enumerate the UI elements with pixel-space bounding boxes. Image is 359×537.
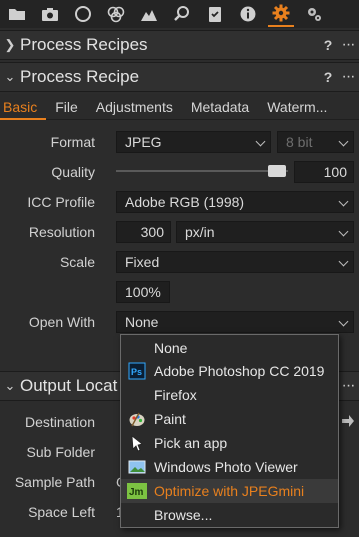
folder-icon[interactable] bbox=[4, 1, 30, 27]
open-with-menu: None Ps Adobe Photoshop CC 2019 Firefox … bbox=[120, 334, 339, 528]
resolution-unit-dropdown[interactable]: px/in bbox=[176, 221, 354, 243]
scale-label: Scale bbox=[59, 254, 95, 270]
quality-label: Quality bbox=[51, 164, 95, 180]
chevron-down-icon: ⌄ bbox=[4, 69, 16, 84]
menu-item-none[interactable]: None bbox=[121, 336, 338, 360]
info-icon[interactable] bbox=[235, 1, 261, 27]
circle-icon[interactable] bbox=[70, 1, 96, 27]
process-recipes-title: Process Recipes bbox=[20, 35, 148, 54]
sample-path-label: Sample Path bbox=[14, 474, 95, 490]
menu-item-firefox[interactable]: Firefox bbox=[121, 383, 338, 407]
menu-item-windows-photo-viewer[interactable]: Windows Photo Viewer bbox=[121, 455, 338, 479]
sub-folder-label: Sub Folder bbox=[26, 444, 95, 460]
process-recipe-header[interactable]: ⌄ Process Recipe ? ··· bbox=[0, 62, 359, 92]
format-dropdown[interactable]: JPEG bbox=[116, 131, 271, 153]
open-with-dropdown[interactable]: None bbox=[116, 311, 354, 333]
space-left-label: Space Left bbox=[28, 504, 95, 520]
tab-basic[interactable]: Basic bbox=[0, 94, 47, 120]
svg-text:Ps: Ps bbox=[131, 367, 142, 377]
chevron-right-icon: ❯ bbox=[4, 37, 16, 52]
scale-percent-input[interactable]: 100% bbox=[116, 281, 170, 303]
gear-icon[interactable] bbox=[268, 1, 294, 27]
tab-adjustments[interactable]: Adjustments bbox=[87, 94, 182, 120]
quality-slider-track[interactable] bbox=[116, 170, 288, 172]
menu-item-pick-an-app[interactable]: Pick an app bbox=[121, 431, 338, 455]
svg-text:Jm: Jm bbox=[129, 487, 144, 498]
paint-icon bbox=[127, 410, 147, 428]
destination-label: Destination bbox=[24, 414, 95, 430]
menu-item-browse[interactable]: Browse... bbox=[121, 503, 338, 527]
tool-tabs-toolbar bbox=[0, 0, 359, 28]
open-with-label: Open With bbox=[28, 314, 95, 330]
photo-viewer-icon bbox=[127, 458, 147, 476]
more-options-button[interactable]: ··· bbox=[337, 68, 359, 86]
scale-dropdown[interactable]: Fixed bbox=[116, 251, 354, 273]
process-recipes-header[interactable]: ❯ Process Recipes ? ··· bbox=[0, 30, 359, 60]
pick-app-icon bbox=[127, 434, 147, 452]
resolution-label: Resolution bbox=[28, 224, 95, 240]
format-label: Format bbox=[50, 134, 95, 150]
photoshop-icon: Ps bbox=[127, 362, 147, 380]
clipboard-check-icon[interactable] bbox=[202, 1, 228, 27]
exposure-icon[interactable] bbox=[136, 1, 162, 27]
menu-item-paint[interactable]: Paint bbox=[121, 407, 338, 431]
gears-icon[interactable] bbox=[301, 1, 327, 27]
help-button[interactable]: ? bbox=[319, 37, 337, 53]
resolution-input[interactable]: 300 bbox=[116, 221, 171, 243]
icc-profile-label: ICC Profile bbox=[27, 194, 95, 210]
camera-icon[interactable] bbox=[37, 1, 63, 27]
arrow-right-icon[interactable] bbox=[341, 414, 355, 428]
recipe-tabs: Basic File Adjustments Metadata Waterm..… bbox=[0, 94, 359, 120]
search-icon[interactable] bbox=[169, 1, 195, 27]
more-options-button[interactable]: ··· bbox=[337, 36, 359, 54]
tab-metadata[interactable]: Metadata bbox=[182, 94, 258, 120]
tab-file[interactable]: File bbox=[46, 94, 87, 120]
menu-item-photoshop[interactable]: Ps Adobe Photoshop CC 2019 bbox=[121, 359, 338, 383]
help-button[interactable]: ? bbox=[319, 69, 337, 85]
tab-watermark[interactable]: Waterm... bbox=[258, 94, 336, 120]
menu-item-jpegmini[interactable]: Jm Optimize with JPEGmini bbox=[121, 479, 338, 503]
quality-input[interactable]: 100 bbox=[294, 161, 354, 183]
icc-profile-dropdown[interactable]: Adobe RGB (1998) bbox=[116, 191, 354, 213]
process-recipe-title: Process Recipe bbox=[20, 67, 140, 86]
bit-depth-dropdown[interactable]: 8 bit bbox=[277, 131, 354, 153]
jpegmini-icon: Jm bbox=[127, 482, 147, 500]
chevron-down-icon: ⌄ bbox=[4, 378, 16, 393]
color-wheel-icon[interactable] bbox=[103, 1, 129, 27]
quality-slider-handle[interactable] bbox=[268, 165, 286, 177]
more-options-button[interactable]: ··· bbox=[337, 377, 359, 395]
